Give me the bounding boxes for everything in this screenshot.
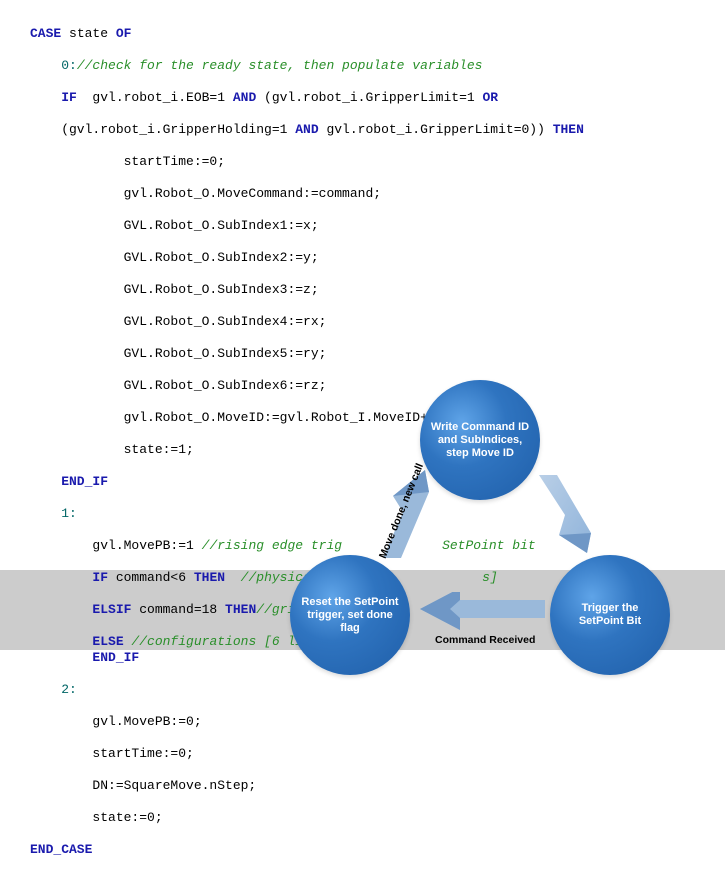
expr-2b: gvl.robot_i.GripperLimit=0))	[319, 122, 553, 137]
stmt-sub5: GVL.Robot_O.SubIndex5:=ry;	[30, 346, 720, 362]
kw-elsif: ELSIF	[30, 602, 131, 617]
stmt-dn: DN:=SquareMove.nStep;	[30, 778, 720, 794]
node-trigger-setpoint: Trigger the SetPoint Bit	[550, 555, 670, 675]
state-diagram: Write Command ID and SubIndices, step Mo…	[260, 380, 700, 690]
label-command-received: Command Received	[435, 632, 535, 648]
expr-cmd18: command=18	[131, 602, 225, 617]
stmt-sub4: GVL.Robot_O.SubIndex4:=rx;	[30, 314, 720, 330]
expr-cmd6: command<6	[108, 570, 194, 585]
kw-then-3: THEN	[225, 602, 256, 617]
cmt-ready: //check for the ready state, then popula…	[77, 58, 483, 73]
arrow-top-to-right	[535, 475, 595, 555]
kw-endcase: END_CASE	[30, 842, 92, 857]
kw-or: OR	[483, 90, 499, 105]
kw-endif-1: END_IF	[30, 474, 108, 489]
stmt-movecommand: gvl.Robot_O.MoveCommand:=command;	[30, 186, 720, 202]
kw-if-1: IF	[30, 90, 77, 105]
node-reset-setpoint: Reset the SetPoint trigger, set done fla…	[290, 555, 410, 675]
stmt-starttime0b: startTime:=0;	[30, 746, 720, 762]
kw-and-1: AND	[233, 90, 256, 105]
stmt-sub3: GVL.Robot_O.SubIndex3:=z;	[30, 282, 720, 298]
expr-1b: (gvl.robot_i.GripperLimit=1	[256, 90, 482, 105]
kw-then-2: THEN	[194, 570, 225, 585]
stmt-sub1: GVL.Robot_O.SubIndex1:=x;	[30, 218, 720, 234]
kw-then-1: THEN	[553, 122, 584, 137]
expr-2a: (gvl.robot_i.GripperHolding=1	[30, 122, 295, 137]
kw-endif-2: END_IF	[30, 650, 139, 665]
node-trigger-setpoint-label: Trigger the SetPoint Bit	[558, 602, 662, 628]
kw-else: ELSE	[30, 634, 124, 649]
kw-case: CASE	[30, 26, 61, 41]
stmt-state0: state:=0;	[30, 810, 720, 826]
stmt-starttime0: startTime:=0;	[30, 154, 720, 170]
arrow-right-to-left	[420, 592, 545, 632]
case-1: 1:	[30, 506, 77, 521]
stmt-sub2: GVL.Robot_O.SubIndex2:=y;	[30, 250, 720, 266]
stmt-movepb1: gvl.MovePB:=1	[30, 538, 202, 553]
node-reset-setpoint-label: Reset the SetPoint trigger, set done fla…	[298, 596, 402, 635]
node-write-command-label: Write Command ID and SubIndices, step Mo…	[428, 421, 532, 460]
case-0: 0:	[30, 58, 77, 73]
kw-and-2: AND	[295, 122, 318, 137]
expr-1a: gvl.robot_i.EOB=1	[77, 90, 233, 105]
case-2: 2:	[30, 682, 77, 697]
kw-of: OF	[116, 26, 132, 41]
stmt-movepb0: gvl.MovePB:=0;	[30, 714, 720, 730]
tok-state: state	[61, 26, 116, 41]
kw-if-2: IF	[30, 570, 108, 585]
node-write-command: Write Command ID and SubIndices, step Mo…	[420, 380, 540, 500]
